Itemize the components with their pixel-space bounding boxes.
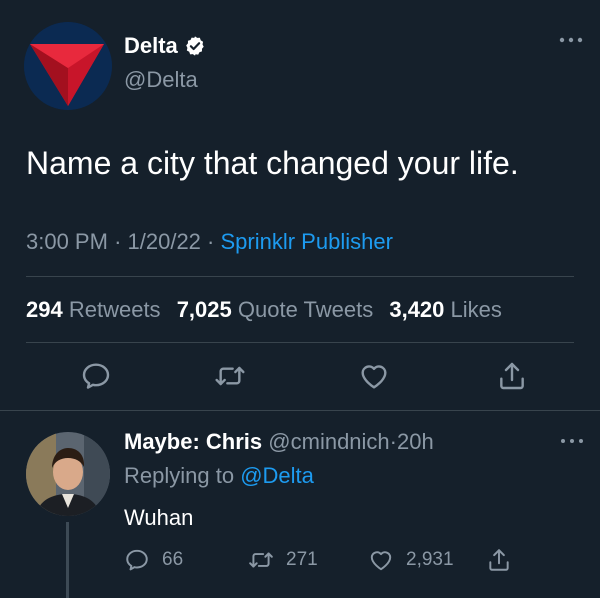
tweet-time[interactable]: 3:00 PM <box>26 229 108 254</box>
replying-to: Replying to @Delta <box>124 462 314 490</box>
share-icon[interactable] <box>496 360 528 392</box>
reply-icon <box>126 549 148 571</box>
reply-author-avatar[interactable] <box>26 432 110 516</box>
retweets-stat[interactable]: 294 Retweets <box>26 297 161 322</box>
thread-line <box>66 522 69 598</box>
replying-to-mention[interactable]: @Delta <box>240 463 314 488</box>
tweet-source-link[interactable]: Sprinklr Publisher <box>221 229 393 254</box>
likes-count: 3,420 <box>389 297 445 322</box>
quotes-count: 7,025 <box>176 297 232 322</box>
retweet-count: 271 <box>286 549 318 570</box>
reply-icon[interactable] <box>80 360 112 392</box>
reply-text: Wuhan <box>124 505 194 530</box>
reply-author-name[interactable]: Maybe: Chris <box>124 429 262 454</box>
delta-logo-icon <box>24 22 112 110</box>
verified-badge-icon <box>185 36 204 56</box>
replying-to-prefix: Replying to <box>124 463 235 488</box>
heart-icon[interactable] <box>358 360 390 392</box>
likes-label: Likes <box>450 297 502 322</box>
reply-age[interactable]: 20h <box>397 429 434 454</box>
heart-icon <box>370 551 392 571</box>
reply-count: 66 <box>162 549 184 570</box>
author-handle[interactable]: @Delta <box>124 66 198 94</box>
like-count: 2,931 <box>406 549 454 570</box>
retweets-label: Retweets <box>68 297 161 322</box>
meta-separator: · <box>207 229 215 254</box>
more-horizontal-icon[interactable] <box>556 30 586 50</box>
more-horizontal-icon[interactable] <box>558 432 586 450</box>
retweet-icon[interactable] <box>214 360 246 392</box>
reply-reply-button[interactable]: 66 <box>124 544 183 576</box>
retweets-count: 294 <box>26 297 63 322</box>
author-avatar[interactable] <box>24 22 112 110</box>
reply-retweet-button[interactable]: 271 <box>248 544 318 576</box>
likes-stat[interactable]: 3,420 Likes <box>389 297 502 322</box>
tweet-stats: 294 Retweets 7,025 Quote Tweets 3,420 Li… <box>26 296 502 324</box>
meta-separator: · <box>389 429 397 454</box>
reply-author-handle[interactable]: @cmindnich <box>268 429 389 454</box>
divider <box>26 342 574 343</box>
divider <box>0 410 600 411</box>
quotes-label: Quote Tweets <box>237 297 374 322</box>
tweet-date[interactable]: 1/20/22 <box>128 229 201 254</box>
reply-like-button[interactable]: 2,931 <box>368 544 454 576</box>
author-name[interactable]: Delta <box>124 32 178 60</box>
tweet-meta: 3:00 PM · 1/20/22 · Sprinklr Publisher <box>26 228 393 256</box>
meta-separator: · <box>114 229 122 254</box>
tweet-text: Name a city that changed your life. <box>26 145 519 181</box>
share-icon <box>489 549 509 571</box>
quotes-stat[interactable]: 7,025 Quote Tweets <box>177 297 374 322</box>
divider <box>26 276 574 277</box>
reply-share-button[interactable] <box>486 544 524 576</box>
profile-photo <box>26 432 110 516</box>
author-name-row[interactable]: Delta <box>124 32 206 60</box>
retweet-icon <box>249 552 273 568</box>
reply-header: Maybe: Chris @cmindnich·20h <box>124 428 434 456</box>
